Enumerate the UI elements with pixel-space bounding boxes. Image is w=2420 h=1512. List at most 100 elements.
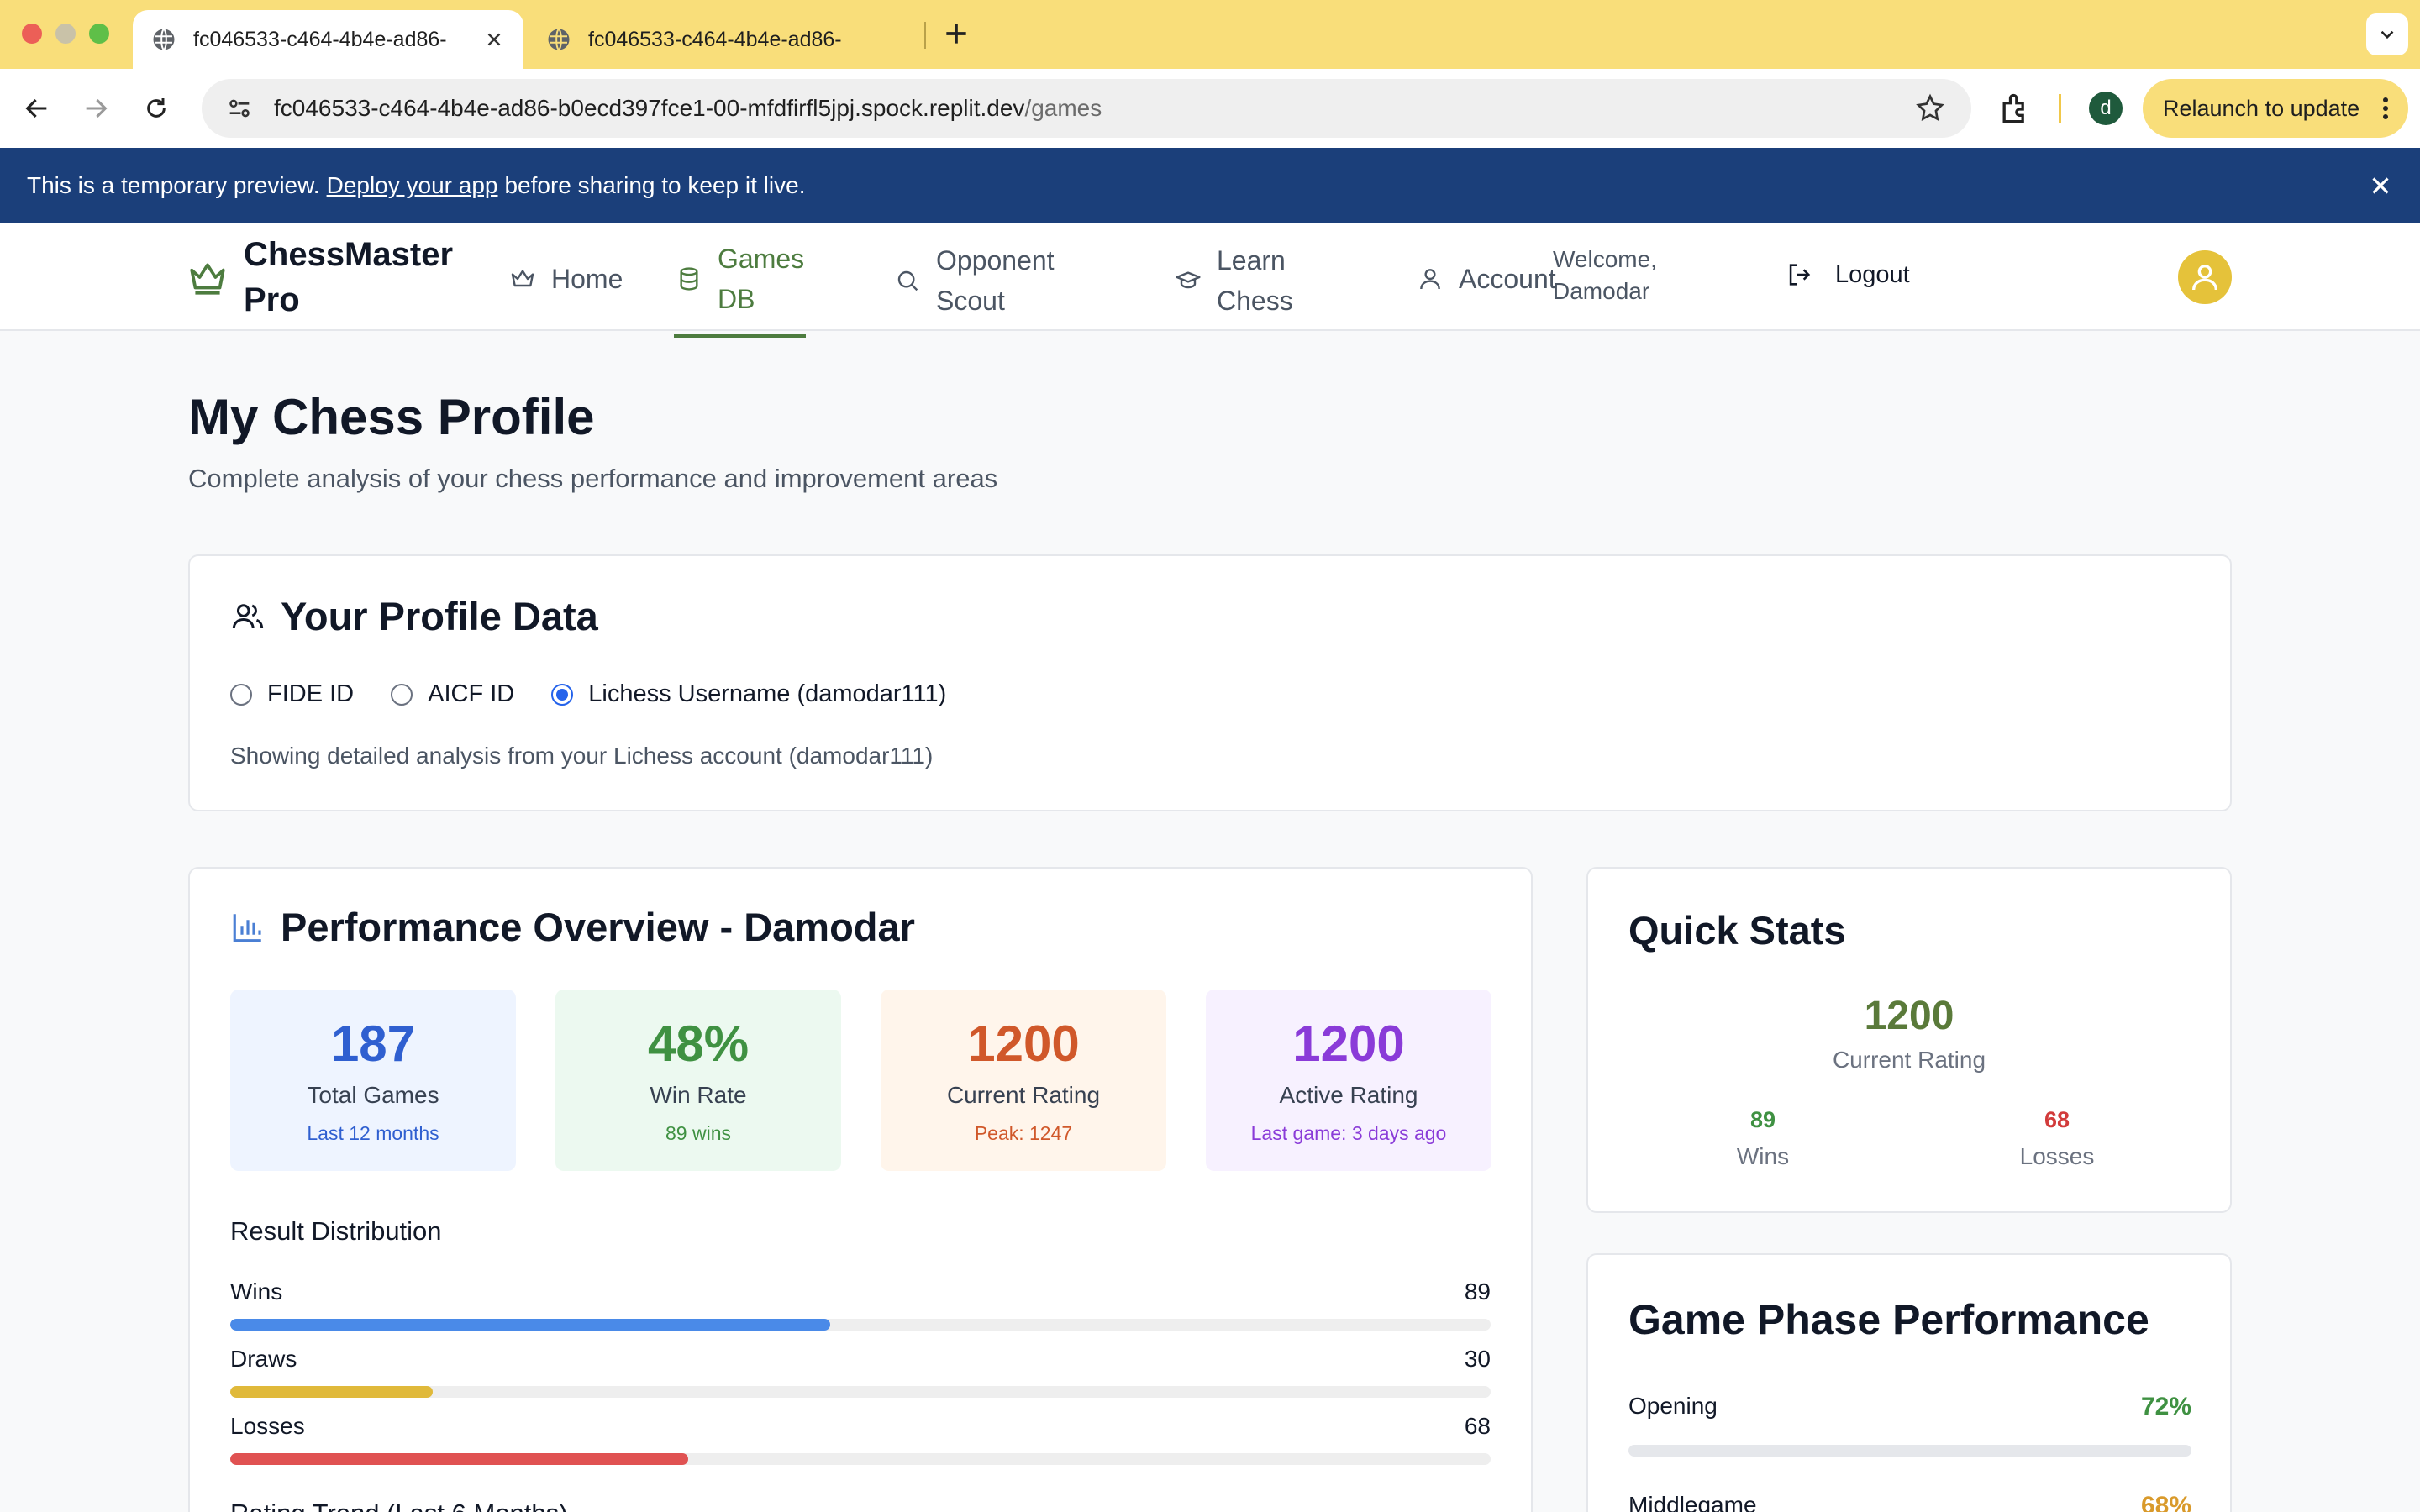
nav-item-label: Opponent Scout [936, 240, 1055, 321]
nav-item-account[interactable]: Account [1417, 259, 1556, 299]
radio-aicf-id[interactable]: AICF ID [391, 680, 514, 708]
stat-sublabel: Peak: 1247 [974, 1122, 1073, 1144]
nav-item-opponent-scout[interactable]: Opponent Scout [894, 240, 1055, 321]
nav-item-home[interactable]: Home [509, 259, 623, 299]
app-navbar: ChessMaster Pro Home Games DB Opponent S… [0, 223, 2420, 338]
quick-stats-title: Quick Stats [1628, 908, 1846, 953]
stat-tile-total-games: 187 Total Games Last 12 months [230, 990, 516, 1171]
nav-item-games-db[interactable]: Games DB [674, 239, 807, 338]
brand-logo[interactable]: ChessMaster Pro [187, 232, 479, 323]
profile-data-heading: Your Profile Data [230, 593, 598, 639]
quick-stats-card: Quick Stats 1200 Current Rating 89 Wins … [1586, 867, 2232, 1213]
reload-button[interactable] [138, 90, 175, 127]
performance-heading: Performance Overview - Damodar [230, 904, 915, 950]
radio-button[interactable] [230, 683, 252, 706]
nav-item-label: Home [551, 264, 623, 294]
profile-source-note: Showing detailed analysis from your Lich… [230, 743, 934, 769]
nav-item-label-line1: Learn [1217, 245, 1286, 276]
arrow-right-icon [86, 98, 108, 118]
stat-label: Current Rating [946, 1082, 1101, 1108]
distribution-track [230, 1386, 1491, 1398]
game-phase-title: Game Phase Performance [1628, 1296, 2149, 1343]
profile-data-card: Your Profile Data FIDE ID AICF ID Liches… [188, 554, 2232, 811]
browser-tab-active[interactable]: fc046533-c464-4b4e-ad86- [133, 10, 523, 69]
distribution-bar-fill [230, 1319, 830, 1331]
welcome-message: Welcome, Damodar [1553, 244, 1657, 307]
phase-percent: 68% [2140, 1492, 2191, 1512]
phase-label: Middlegame [1628, 1492, 1757, 1512]
quick-stats-losses: 68 Losses [1973, 1107, 2141, 1170]
bookmark-star-icon[interactable] [1914, 92, 1946, 124]
logout-icon [1789, 264, 1811, 286]
browser-tab-inactive[interactable]: fc046533-c464-4b4e-ad86- [528, 10, 918, 69]
more-vertical-icon [2383, 97, 2388, 119]
radio-lichess-username[interactable]: Lichess Username (damodar111) [551, 680, 946, 708]
page-title: My Chess Profile [188, 389, 595, 445]
distribution-bar-fill [230, 1386, 433, 1398]
radio-label: AICF ID [428, 680, 515, 707]
radio-button-selected[interactable] [551, 683, 574, 706]
wins-count: 89 [1749, 1107, 1776, 1132]
brand-name-line1: ChessMaster [244, 236, 454, 273]
users-icon [232, 603, 264, 628]
tab-separator [924, 22, 926, 49]
nav-item-learn-chess[interactable]: Learn Chess [1175, 240, 1293, 321]
bar-chart-icon [233, 913, 261, 942]
distribution-track [230, 1319, 1491, 1331]
window-close-button[interactable] [22, 24, 42, 44]
radio-button[interactable] [391, 683, 413, 706]
phase-label: Opening [1628, 1393, 1718, 1419]
stat-value: 48% [647, 1016, 750, 1072]
tab-close-icon[interactable] [483, 29, 505, 50]
wins-label: Wins [1736, 1143, 1790, 1169]
database-icon [680, 267, 698, 291]
extensions-puzzle-icon[interactable] [1996, 91, 2033, 128]
relaunch-to-update-button[interactable]: Relaunch to update [2143, 79, 2408, 138]
browser-tab-strip: fc046533-c464-4b4e-ad86- fc046533-c464-4… [0, 0, 2420, 69]
distribution-label: Draws [230, 1346, 297, 1372]
result-distribution-title: Result Distribution [230, 1216, 442, 1246]
tab-search-button[interactable] [2366, 13, 2408, 55]
distribution-value: 68 [1464, 1413, 1491, 1439]
nav-item-label-line1: Opponent [936, 245, 1055, 276]
losses-label: Losses [2019, 1143, 2095, 1169]
distribution-value: 30 [1464, 1346, 1491, 1372]
radio-fide-id[interactable]: FIDE ID [230, 680, 354, 708]
forward-button[interactable] [77, 90, 114, 127]
brand-name-line2: Pro [244, 281, 300, 318]
nav-item-label: Account [1459, 264, 1556, 294]
distribution-label: Wins [230, 1278, 283, 1305]
banner-text-after: before sharing to keep it live. [504, 172, 806, 198]
search-icon [897, 270, 918, 291]
crown-icon [190, 263, 225, 295]
stat-tile-win-rate: 48% Win Rate 89 wins [555, 990, 841, 1171]
window-minimize-button[interactable] [55, 24, 76, 44]
radio-label: FIDE ID [267, 680, 355, 707]
relaunch-label: Relaunch to update [2163, 95, 2360, 121]
welcome-username: Damodar [1553, 278, 1650, 304]
quick-stats-wins: 89 Wins [1679, 1107, 1847, 1170]
close-icon[interactable] [2366, 171, 2395, 200]
logout-button[interactable]: Logout [1785, 260, 1910, 289]
address-bar[interactable]: fc046533-c464-4b4e-ad86-b0ecd397fce1-00-… [202, 79, 1971, 138]
toolbar-separator [2059, 94, 2061, 123]
globe-icon [153, 28, 175, 51]
stat-value: 1200 [1292, 1016, 1405, 1072]
stat-value: 1200 [967, 1016, 1080, 1072]
back-button[interactable] [18, 90, 55, 127]
graduation-cap-icon [1176, 271, 1201, 289]
browser-profile-avatar[interactable]: d [2089, 92, 2123, 125]
stat-tile-current-rating: 1200 Current Rating Peak: 1247 [881, 990, 1166, 1171]
deploy-app-link[interactable]: Deploy your app [327, 172, 498, 199]
site-settings-icon[interactable] [225, 94, 254, 123]
active-tab-underline [674, 334, 807, 338]
new-tab-plus-icon[interactable] [939, 17, 973, 50]
user-avatar[interactable] [2178, 250, 2232, 304]
window-zoom-button[interactable] [89, 24, 109, 44]
banner-text-before: This is a temporary preview. [27, 172, 320, 198]
radio-label: Lichess Username (damodar111) [588, 680, 947, 707]
stat-sublabel: 89 wins [666, 1122, 731, 1144]
welcome-line1: Welcome, [1553, 246, 1657, 272]
quick-stats-rating-label: Current Rating [1832, 1047, 1986, 1073]
page-subtitle: Complete analysis of your chess performa… [188, 464, 998, 493]
